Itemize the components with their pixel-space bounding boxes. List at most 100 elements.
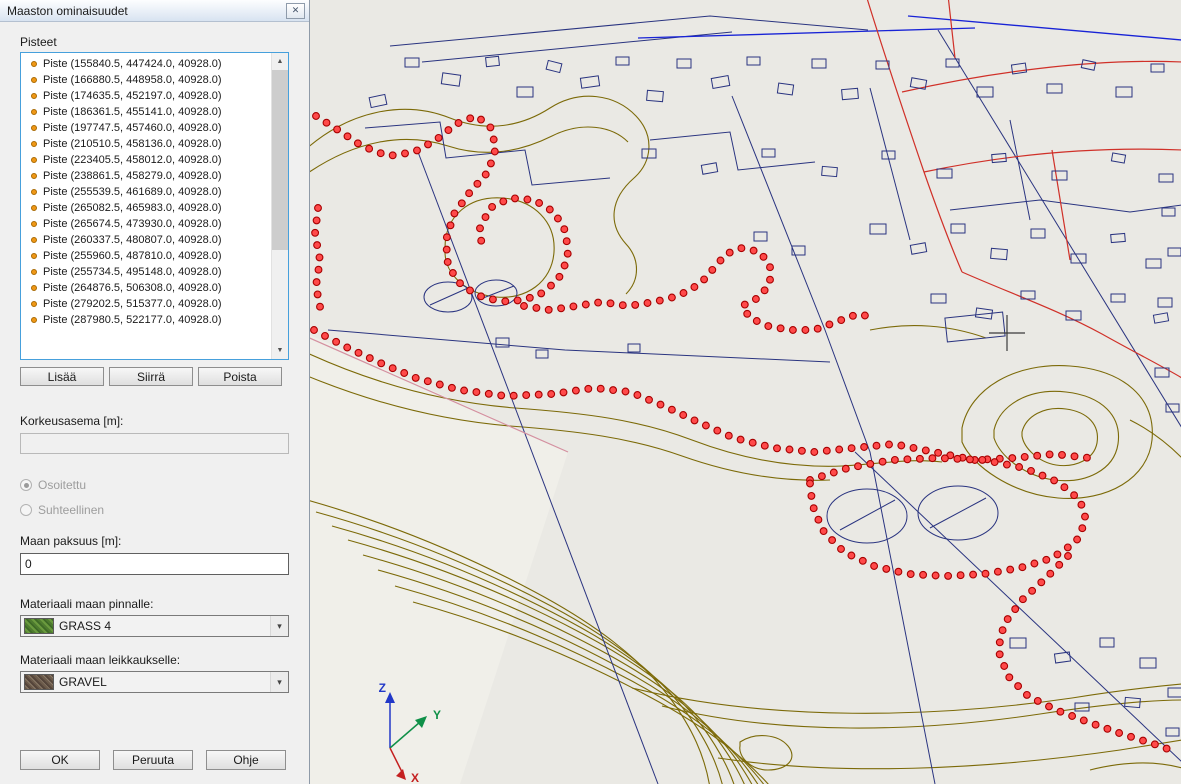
ok-button[interactable]: OK <box>20 750 100 770</box>
surface-material-label: Materiaali maan pinnalle: <box>20 597 289 611</box>
cut-material-select[interactable]: GRAVEL ▾ <box>20 671 289 693</box>
point-label: Piste (210510.5, 458136.0, 40928.0) <box>43 138 222 150</box>
add-button[interactable]: Lisää <box>20 367 104 386</box>
map-viewport[interactable]: Z Y X <box>310 0 1181 784</box>
elevation-label: Korkeusasema [m]: <box>20 414 289 428</box>
point-label: Piste (197747.5, 457460.0, 40928.0) <box>43 122 222 134</box>
point-bullet-icon <box>31 173 37 179</box>
point-label: Piste (260337.5, 480807.0, 40928.0) <box>43 234 222 246</box>
list-item[interactable]: Piste (255960.5, 487810.0, 40928.0) <box>21 248 271 264</box>
listbox-scrollbar[interactable]: ▲ ▼ <box>271 53 288 359</box>
point-bullet-icon <box>31 141 37 147</box>
point-label: Piste (287980.5, 522177.0, 40928.0) <box>43 314 222 326</box>
point-label: Piste (255734.5, 495148.0, 40928.0) <box>43 266 222 278</box>
scrollbar-thumb[interactable] <box>272 70 288 250</box>
point-bullet-icon <box>31 61 37 67</box>
cut-material-value: GRAVEL <box>59 675 107 689</box>
point-label: Piste (223405.5, 458012.0, 40928.0) <box>43 154 222 166</box>
point-label: Piste (174635.5, 452197.0, 40928.0) <box>43 90 222 102</box>
point-bullet-icon <box>31 157 37 163</box>
gravel-texture-swatch <box>24 674 54 690</box>
point-label: Piste (166880.5, 448958.0, 40928.0) <box>43 74 222 86</box>
list-item[interactable]: Piste (287980.5, 522177.0, 40928.0) <box>21 312 271 328</box>
point-bullet-icon <box>31 77 37 83</box>
radio-osoitettu[interactable]: Osoitettu <box>20 478 289 492</box>
help-button[interactable]: Ohje <box>206 750 286 770</box>
list-item[interactable]: Piste (223405.5, 458012.0, 40928.0) <box>21 152 271 168</box>
list-item[interactable]: Piste (174635.5, 452197.0, 40928.0) <box>21 88 271 104</box>
remove-button[interactable]: Poista <box>198 367 282 386</box>
list-item[interactable]: Piste (238861.5, 458279.0, 40928.0) <box>21 168 271 184</box>
dialog-titlebar[interactable]: Maaston ominaisuudet ✕ <box>0 0 309 22</box>
point-bullet-icon <box>31 221 37 227</box>
map-drawing: Z Y X <box>310 0 1181 784</box>
scroll-down-icon: ▼ <box>277 347 284 354</box>
list-item[interactable]: Piste (265674.5, 473930.0, 40928.0) <box>21 216 271 232</box>
radio-suhteellinen-label: Suhteellinen <box>38 503 104 517</box>
point-bullet-icon <box>31 205 37 211</box>
thickness-input[interactable] <box>20 553 289 575</box>
dialog-title: Maaston ominaisuudet <box>7 4 286 18</box>
point-bullet-icon <box>31 269 37 275</box>
list-item[interactable]: Piste (155840.5, 447424.0, 40928.0) <box>21 56 271 72</box>
list-item[interactable]: Piste (264876.5, 506308.0, 40928.0) <box>21 280 271 296</box>
point-label: Piste (265674.5, 473930.0, 40928.0) <box>43 218 222 230</box>
point-bullet-icon <box>31 237 37 243</box>
radio-osoitettu-circle <box>20 479 32 491</box>
dialog-footer: OK Peruuta Ohje <box>20 750 289 784</box>
close-icon: ✕ <box>292 5 300 15</box>
list-item[interactable]: Piste (166880.5, 448958.0, 40928.0) <box>21 72 271 88</box>
radio-suhteellinen-circle <box>20 504 32 516</box>
axis-x-label: X <box>411 771 419 784</box>
grass-texture-swatch <box>24 618 54 634</box>
list-item[interactable]: Piste (279202.5, 515377.0, 40928.0) <box>21 296 271 312</box>
list-item[interactable]: Piste (265082.5, 465983.0, 40928.0) <box>21 200 271 216</box>
axis-z-label: Z <box>379 681 386 695</box>
chevron-down-icon[interactable]: ▾ <box>270 616 288 636</box>
point-bullet-icon <box>31 253 37 259</box>
radio-suhteellinen[interactable]: Suhteellinen <box>20 503 289 517</box>
point-bullet-icon <box>31 189 37 195</box>
point-label: Piste (255960.5, 487810.0, 40928.0) <box>43 250 222 262</box>
application-window: Maaston ominaisuudet ✕ Pisteet Piste (15… <box>0 0 1181 784</box>
list-item[interactable]: Piste (260337.5, 480807.0, 40928.0) <box>21 232 271 248</box>
cut-material-label: Materiaali maan leikkaukselle: <box>20 653 289 667</box>
point-bullet-icon <box>31 125 37 131</box>
surface-material-value: GRASS 4 <box>59 619 111 633</box>
dialog-body: Pisteet Piste (155840.5, 447424.0, 40928… <box>0 22 309 784</box>
point-label: Piste (155840.5, 447424.0, 40928.0) <box>43 58 222 70</box>
close-button[interactable]: ✕ <box>286 3 305 19</box>
elevation-input <box>20 433 289 454</box>
radio-osoitettu-label: Osoitettu <box>38 478 86 492</box>
list-item[interactable]: Piste (255539.5, 461689.0, 40928.0) <box>21 184 271 200</box>
point-bullet-icon <box>31 93 37 99</box>
point-label: Piste (279202.5, 515377.0, 40928.0) <box>43 298 222 310</box>
point-label: Piste (265082.5, 465983.0, 40928.0) <box>43 202 222 214</box>
list-item[interactable]: Piste (255734.5, 495148.0, 40928.0) <box>21 264 271 280</box>
point-bullet-icon <box>31 301 37 307</box>
scrollbar-track[interactable] <box>272 70 288 342</box>
point-label: Piste (264876.5, 506308.0, 40928.0) <box>43 282 222 294</box>
list-item[interactable]: Piste (197747.5, 457460.0, 40928.0) <box>21 120 271 136</box>
point-label: Piste (186361.5, 455141.0, 40928.0) <box>43 106 222 118</box>
point-bullet-icon <box>31 109 37 115</box>
chevron-down-icon[interactable]: ▾ <box>270 672 288 692</box>
points-label: Pisteet <box>20 35 289 49</box>
scroll-down-button[interactable]: ▼ <box>272 342 288 359</box>
point-bullet-icon <box>31 285 37 291</box>
point-bullet-icon <box>31 317 37 323</box>
move-button[interactable]: Siirrä <box>109 367 193 386</box>
list-item[interactable]: Piste (186361.5, 455141.0, 40928.0) <box>21 104 271 120</box>
thickness-label: Maan paksuus [m]: <box>20 534 289 548</box>
point-label: Piste (238861.5, 458279.0, 40928.0) <box>43 170 222 182</box>
points-list: Piste (155840.5, 447424.0, 40928.0) Piste… <box>21 53 271 359</box>
list-item[interactable]: Piste (210510.5, 458136.0, 40928.0) <box>21 136 271 152</box>
terrain-properties-dialog: Maaston ominaisuudet ✕ Pisteet Piste (15… <box>0 0 310 784</box>
surface-material-select[interactable]: GRASS 4 ▾ <box>20 615 289 637</box>
scroll-up-button[interactable]: ▲ <box>272 53 288 70</box>
cancel-button[interactable]: Peruuta <box>113 750 193 770</box>
list-button-row: Lisää Siirrä Poista <box>20 367 289 386</box>
axis-y-label: Y <box>433 708 441 722</box>
scroll-up-icon: ▲ <box>277 58 284 65</box>
points-listbox[interactable]: Piste (155840.5, 447424.0, 40928.0) Piste… <box>20 52 289 360</box>
